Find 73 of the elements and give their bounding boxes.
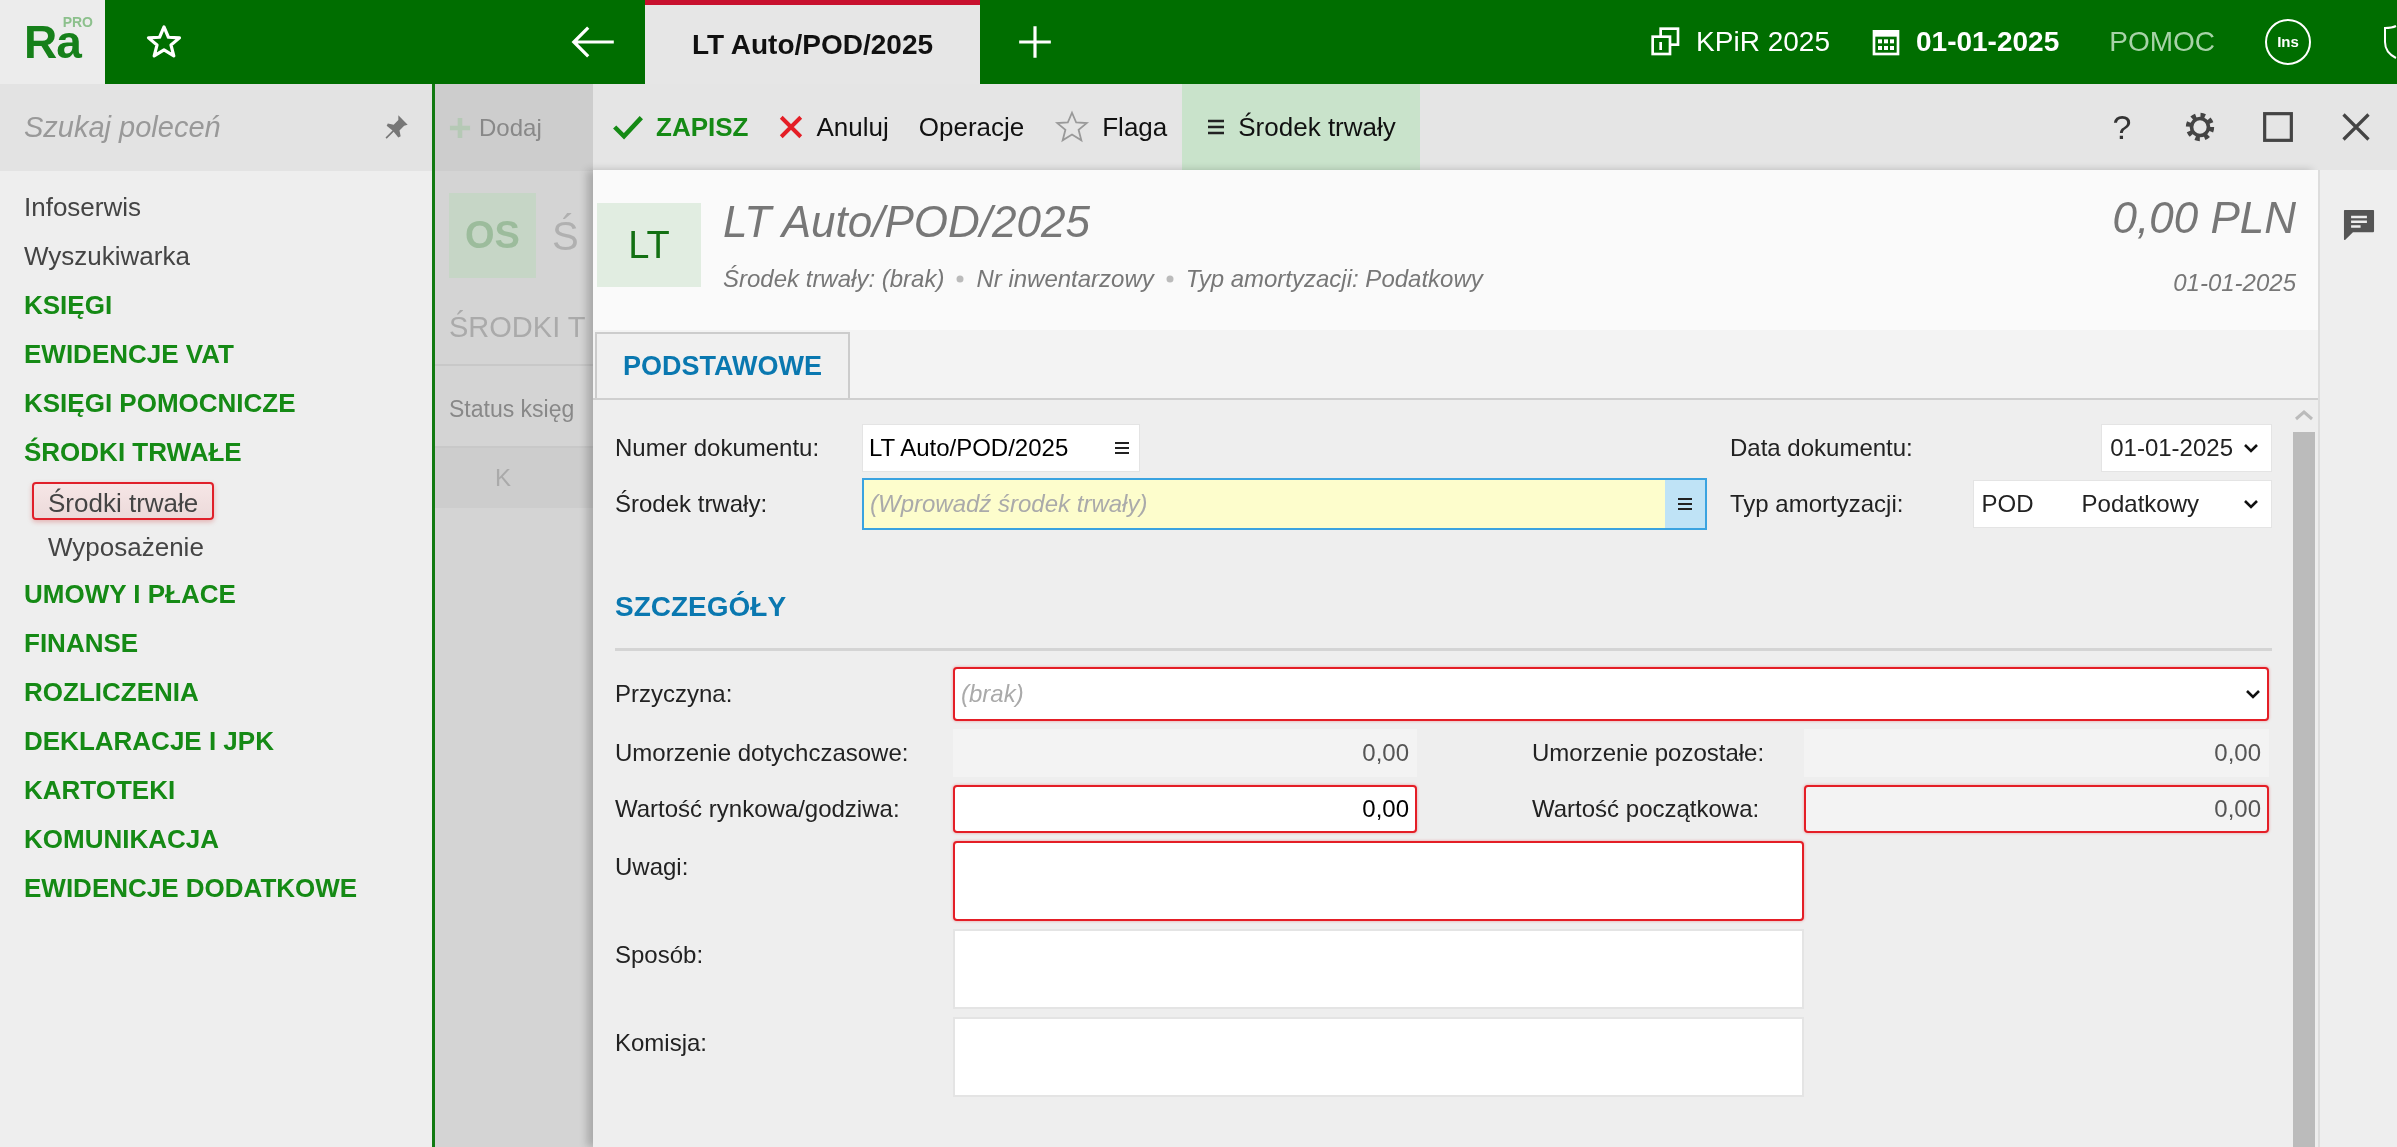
fixed-asset-button[interactable]: Środek trwały: [1182, 84, 1420, 170]
field-label: Umorzenie dotychczasowe:: [615, 738, 910, 768]
dot-separator-icon: [956, 275, 965, 283]
check-icon: [612, 113, 644, 141]
field-label: Komisja:: [615, 1028, 709, 1058]
chevron-down-icon: [2245, 688, 2261, 700]
dot-separator-icon: [1165, 275, 1174, 283]
document-amount: 0,00 PLN: [2112, 192, 2296, 244]
menu-group[interactable]: EWIDENCJE VAT: [24, 330, 234, 379]
operations-button[interactable]: Operacje: [903, 84, 1040, 170]
menu-item[interactable]: Infoserwis: [24, 183, 142, 232]
menu-icon: [1206, 118, 1227, 136]
field-label: Środek trwały:: [615, 489, 769, 519]
field-label: Wartość początkowa:: [1532, 794, 1761, 824]
help-link[interactable]: POMOC: [2103, 20, 2221, 64]
search-field[interactable]: Szukaj poleceń: [0, 84, 432, 171]
menu-group[interactable]: KSIĘGI: [24, 281, 113, 330]
account-button[interactable]: Ins: [2265, 19, 2311, 65]
plus-icon: [449, 116, 471, 139]
menu-group[interactable]: ROZLICZENIA: [24, 668, 199, 717]
plus-icon[interactable]: [1016, 23, 1054, 61]
document-meta: Środek trwały: (brak): [723, 264, 945, 294]
chevron-down-icon: [2243, 442, 2259, 454]
form-tab[interactable]: PODSTAWOWE: [595, 332, 850, 398]
cancel-button[interactable]: Anuluj: [763, 84, 904, 170]
menu-group[interactable]: UMOWY I PŁACE: [24, 570, 236, 619]
document-tab[interactable]: LT Auto/POD/2025: [645, 0, 980, 84]
menu-group[interactable]: KSIĘGI POMOCNICZE: [24, 379, 296, 428]
field-label: Umorzenie pozostałe:: [1532, 738, 1766, 768]
text-area[interactable]: [953, 841, 1804, 921]
menu-item[interactable]: Wyszukiwarka: [24, 232, 190, 281]
menu-group[interactable]: FINANSE: [24, 619, 139, 668]
app-logo[interactable]: RaPRO: [0, 0, 105, 84]
menu-group[interactable]: KARTOTEKI: [24, 766, 176, 815]
star-icon: [1054, 109, 1091, 145]
book-label[interactable]: KPiR 2025: [1696, 21, 1830, 63]
input-field[interactable]: 0,00: [953, 785, 1417, 833]
shield-icon[interactable]: [2383, 22, 2397, 62]
input-field[interactable]: 0,00: [1804, 785, 2269, 833]
input-field[interactable]: 0,00: [1804, 729, 2269, 777]
document-date: 01-01-2025: [2173, 268, 2296, 298]
submenu-item[interactable]: Środki trwałe: [32, 482, 215, 520]
document-title: LT Auto/POD/2025: [723, 196, 1091, 248]
field-label: Data dokumentu:: [1730, 433, 1913, 463]
help-button[interactable]: ?: [2083, 84, 2161, 170]
scrollbar-thumb[interactable]: [2293, 432, 2315, 1147]
select-field[interactable]: 01-01-2025: [2101, 424, 2272, 472]
document-meta: Typ amortyzacji: Podatkowy: [1185, 264, 1483, 294]
submenu-item[interactable]: Wyposażenie: [32, 526, 220, 564]
menu-group[interactable]: ŚRODKI TRWAŁE: [24, 428, 242, 477]
maximize-icon: [2262, 111, 2294, 143]
field-label: Numer dokumentu:: [615, 433, 821, 463]
menu-group[interactable]: DEKLARACJE I JPK: [24, 717, 274, 766]
field-label: Przyczyna:: [615, 679, 734, 709]
section-heading: SZCZEGÓŁY: [615, 586, 2272, 651]
field-label: Wartość rynkowa/godziwa:: [615, 794, 901, 824]
date-label[interactable]: 01-01-2025: [1916, 21, 2060, 63]
document-type-badge: LT: [597, 203, 701, 287]
document-meta: Nr inwentarzowy: [976, 264, 1154, 294]
close-icon: [778, 114, 805, 140]
menu-group[interactable]: KOMUNIKACJA: [24, 815, 219, 864]
field-label: Uwagi:: [615, 852, 690, 882]
save-button[interactable]: ZAPISZ: [597, 84, 764, 170]
field-label: Typ amortyzacji:: [1730, 489, 1904, 519]
input-field[interactable]: 0,00: [953, 729, 1417, 777]
field-label: Sposób:: [615, 940, 705, 970]
settings-icon: [2183, 110, 2217, 144]
close-icon: [2341, 112, 2371, 142]
star-icon[interactable]: [145, 23, 183, 61]
select-field[interactable]: POD Podatkowy: [1972, 480, 2272, 528]
chevron-down-icon: [2243, 498, 2259, 510]
flag-button[interactable]: Flaga: [1039, 84, 1183, 170]
menu-group[interactable]: EWIDENCJE DODATKOWE: [24, 864, 358, 913]
